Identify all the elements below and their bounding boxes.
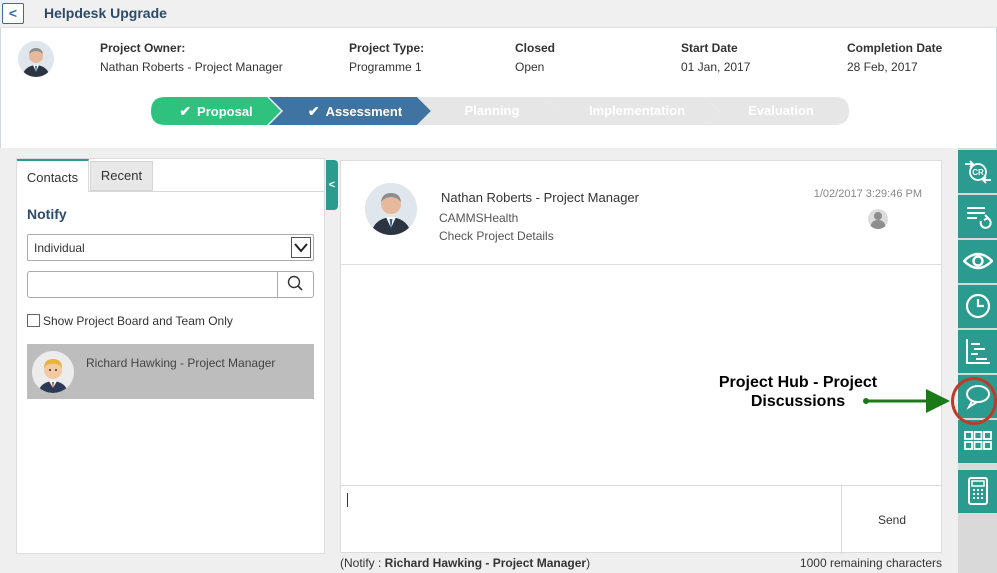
notify-type-select[interactable]: Individual — [27, 234, 314, 261]
tab-contacts[interactable]: Contacts — [17, 159, 89, 192]
stage-progress: ✔ Proposal ✔ Assessment Planning Implement… — [151, 97, 851, 125]
notify-summary: (Notify : Richard Hawking - Project Mana… — [340, 556, 591, 570]
contact-list-item[interactable]: Richard Hawking - Project Manager — [27, 344, 314, 399]
stage-proposal[interactable]: ✔ Proposal — [151, 97, 281, 125]
contact-name: Richard Hawking - Project Manager — [86, 356, 276, 370]
start-date-value: 01 Jan, 2017 — [681, 60, 751, 74]
message-input[interactable] — [341, 486, 842, 554]
collapse-panel-button[interactable]: < — [326, 160, 338, 210]
message-author: Nathan Roberts - Project Manager — [441, 190, 639, 205]
type-value: Programme 1 — [349, 60, 422, 74]
contacts-panel: Contacts Recent Notify Individual Show P… — [16, 158, 325, 554]
chevron-down-icon[interactable] — [291, 237, 311, 258]
message-organisation: CAMMSHealth — [439, 211, 519, 225]
completion-date-value: 28 Feb, 2017 — [847, 60, 918, 74]
status-label: Closed — [515, 41, 556, 55]
owner-value: Nathan Roberts - Project Manager — [100, 60, 283, 74]
page-title: Helpdesk Upgrade — [44, 5, 167, 21]
annotation-arrow-icon — [863, 389, 950, 413]
clock-icon — [965, 293, 991, 319]
notify-type-value: Individual — [34, 241, 85, 255]
completion-date-label: Completion Date — [847, 41, 943, 55]
grid-icon — [964, 431, 992, 450]
owner-field: Project Owner: Nathan Roberts - Project … — [100, 41, 283, 74]
notify-recipient: Richard Hawking - Project Manager — [384, 556, 587, 570]
author-avatar — [365, 183, 417, 235]
search-icon — [287, 275, 303, 291]
compose-area: Send — [341, 485, 941, 554]
change-request-button[interactable]: CR — [958, 150, 997, 193]
change-request-icon: CR — [965, 160, 991, 184]
discussion-message: Nathan Roberts - Project Manager CAMMSHe… — [341, 161, 941, 265]
title-bar: < Helpdesk Upgrade — [0, 0, 997, 28]
notify-title: Notify — [27, 206, 67, 222]
status-value: Open — [515, 60, 545, 74]
gantt-button[interactable] — [958, 330, 997, 373]
start-date-label: Start Date — [681, 41, 738, 55]
discussion-panel: Nathan Roberts - Project Manager CAMMSHe… — [340, 160, 942, 554]
stage-implementation-label: Implementation — [588, 103, 686, 118]
completion-date-field: Completion Date 28 Feb, 2017 — [847, 41, 942, 74]
search-button[interactable] — [277, 272, 313, 297]
owner-avatar — [18, 41, 54, 77]
calculator-icon — [968, 477, 988, 505]
calculator-button[interactable] — [958, 470, 997, 513]
right-toolbar: CR — [958, 148, 997, 573]
stage-evaluation-label: Evaluation — [748, 103, 814, 118]
project-info: Project Owner: Nathan Roberts - Project … — [0, 28, 997, 148]
svg-text:CR: CR — [972, 168, 984, 177]
stage-assessment[interactable]: ✔ Assessment — [269, 97, 431, 125]
stage-proposal-label: ✔ Proposal — [179, 103, 253, 119]
gantt-icon — [966, 339, 990, 364]
text-caret — [347, 493, 348, 507]
list-refresh-icon — [967, 207, 992, 229]
dashboard-button[interactable] — [958, 420, 997, 463]
contact-search-input[interactable] — [27, 271, 314, 298]
list-refresh-button[interactable] — [958, 195, 997, 238]
history-button[interactable] — [958, 285, 997, 328]
stage-planning-label: Planning — [464, 103, 520, 118]
board-team-checkbox[interactable] — [27, 314, 40, 327]
type-label: Project Type: — [349, 41, 425, 55]
tab-recent[interactable]: Recent — [90, 161, 153, 191]
stage-planning[interactable]: Planning — [417, 97, 557, 125]
view-button[interactable] — [958, 240, 997, 283]
start-date-field: Start Date 01 Jan, 2017 — [681, 41, 750, 74]
checkmark-icon: ✔ — [307, 103, 320, 119]
checkmark-icon: ✔ — [179, 103, 192, 119]
back-button[interactable]: < — [2, 3, 24, 24]
send-button[interactable]: Send — [843, 486, 941, 554]
owner-label: Project Owner: — [100, 41, 186, 55]
stage-assessment-label: ✔ Assessment — [307, 103, 403, 119]
message-timestamp: 1/02/2017 3:29:46 PM — [813, 188, 922, 200]
board-team-checkbox-label: Show Project Board and Team Only — [43, 314, 233, 328]
contacts-tabs: Contacts Recent — [17, 159, 324, 192]
eye-icon — [963, 252, 993, 270]
user-icon — [868, 209, 888, 229]
stage-evaluation[interactable]: Evaluation — [705, 97, 849, 125]
stage-implementation[interactable]: Implementation — [543, 97, 719, 125]
message-text: Check Project Details — [439, 229, 554, 243]
contact-avatar — [32, 351, 74, 393]
remaining-characters: 1000 remaining characters — [799, 556, 942, 570]
type-field: Project Type: Programme 1 — [349, 41, 424, 74]
highlight-ring — [951, 377, 997, 425]
status-field: Closed Open — [515, 41, 555, 74]
